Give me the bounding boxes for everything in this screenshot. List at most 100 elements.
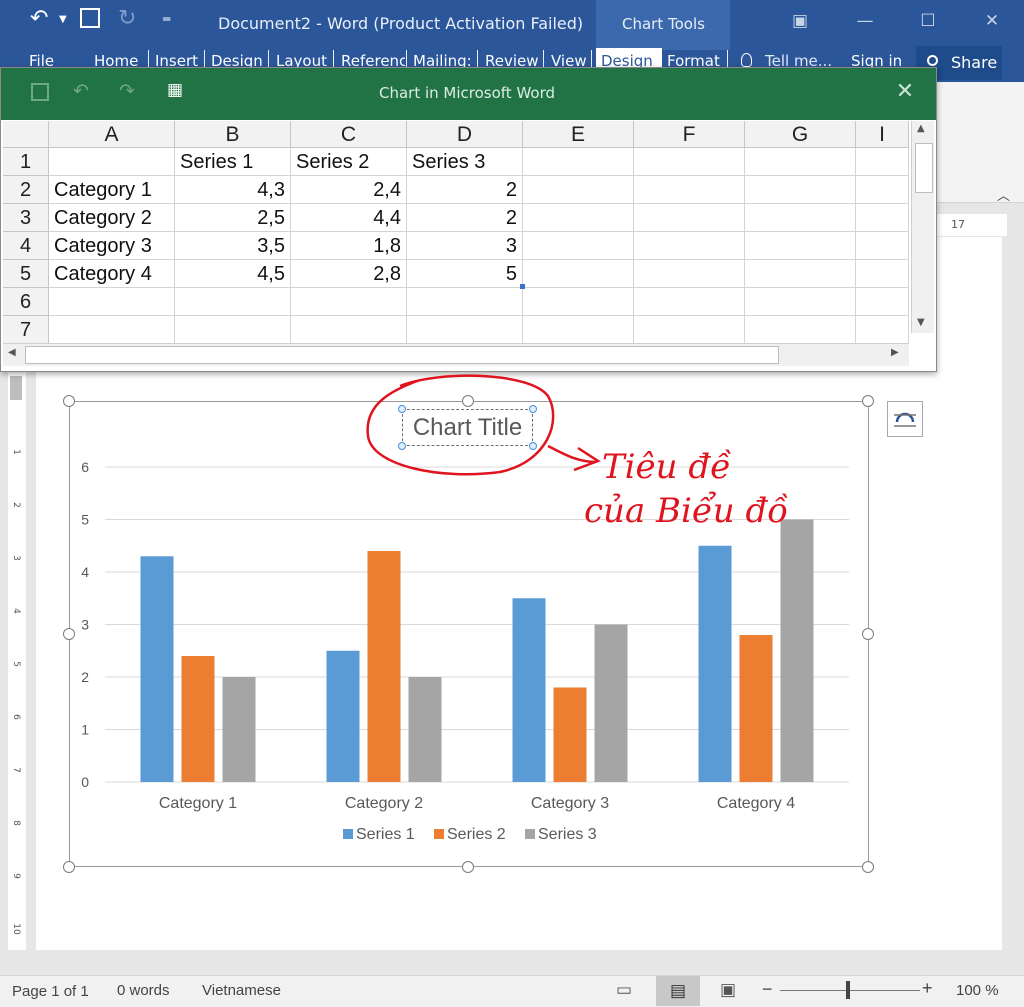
table-cell[interactable] [856, 260, 909, 288]
undo-icon[interactable]: ↶ [30, 6, 48, 31]
page-count[interactable]: Page 1 of 1 [12, 983, 89, 1000]
row-header[interactable]: 1 [3, 148, 49, 176]
table-cell[interactable]: Series 3 [407, 148, 523, 176]
read-mode-icon[interactable]: ▭ [616, 980, 632, 1000]
table-cell[interactable]: Category 2 [49, 204, 175, 232]
save-icon[interactable] [80, 8, 100, 28]
table-cell[interactable]: Category 3 [49, 232, 175, 260]
table-cell[interactable] [856, 288, 909, 316]
table-cell[interactable] [856, 232, 909, 260]
table-cell[interactable]: Category 4 [49, 260, 175, 288]
table-cell[interactable] [49, 148, 175, 176]
scroll-thumb[interactable] [915, 143, 933, 193]
column-header[interactable]: I [856, 121, 909, 148]
web-layout-icon[interactable]: ▣ [720, 980, 736, 1000]
table-cell[interactable] [856, 176, 909, 204]
table-cell[interactable] [175, 288, 291, 316]
table-cell[interactable] [523, 232, 634, 260]
table-cell[interactable] [291, 316, 407, 344]
table-cell[interactable] [407, 288, 523, 316]
table-cell[interactable] [745, 148, 856, 176]
select-all-corner[interactable] [3, 121, 49, 148]
redo-icon[interactable]: ↻ [118, 6, 136, 31]
close-icon[interactable]: ✕ [891, 78, 919, 106]
resize-handle[interactable] [462, 395, 474, 407]
title-handle[interactable] [529, 405, 537, 413]
table-cell[interactable] [634, 176, 745, 204]
horizontal-scrollbar[interactable]: ◀ ▶ [3, 343, 909, 366]
scroll-up-icon[interactable]: ▲ [917, 123, 925, 134]
table-cell[interactable] [634, 204, 745, 232]
resize-handle[interactable] [862, 628, 874, 640]
table-cell[interactable]: 2,5 [175, 204, 291, 232]
title-handle[interactable] [398, 405, 406, 413]
row-header[interactable]: 5 [3, 260, 49, 288]
column-header[interactable]: B [175, 121, 291, 148]
close-icon[interactable]: ✕ [977, 6, 1007, 36]
table-cell[interactable] [634, 288, 745, 316]
resize-handle[interactable] [462, 861, 474, 873]
table-cell[interactable] [634, 148, 745, 176]
scroll-thumb[interactable] [25, 346, 779, 364]
row-header[interactable]: 2 [3, 176, 49, 204]
table-cell[interactable] [856, 204, 909, 232]
table-cell[interactable] [523, 316, 634, 344]
maximize-icon[interactable]: ☐ [913, 6, 943, 36]
range-handle[interactable] [520, 284, 525, 289]
table-cell[interactable] [523, 288, 634, 316]
scroll-left-icon[interactable]: ◀ [8, 347, 16, 358]
table-cell[interactable] [523, 148, 634, 176]
table-cell[interactable] [745, 260, 856, 288]
title-handle[interactable] [398, 442, 406, 450]
table-cell[interactable] [856, 316, 909, 344]
table-cell[interactable]: 2,8 [291, 260, 407, 288]
table-cell[interactable]: 2,4 [291, 176, 407, 204]
column-header[interactable]: C [291, 121, 407, 148]
column-header[interactable]: A [49, 121, 175, 148]
table-cell[interactable]: 4,4 [291, 204, 407, 232]
zoom-slider-thumb[interactable] [846, 981, 850, 999]
row-header[interactable]: 4 [3, 232, 49, 260]
column-header[interactable]: F [634, 121, 745, 148]
scroll-right-icon[interactable]: ▶ [891, 347, 899, 358]
table-cell[interactable] [634, 316, 745, 344]
table-cell[interactable] [523, 176, 634, 204]
table-cell[interactable]: Series 1 [175, 148, 291, 176]
table-cell[interactable]: Category 1 [49, 176, 175, 204]
layout-options-button[interactable] [887, 401, 923, 437]
minimize-icon[interactable]: — [850, 6, 880, 36]
row-header[interactable]: 7 [3, 316, 49, 344]
table-cell[interactable] [634, 232, 745, 260]
zoom-level[interactable]: 100 % [956, 982, 999, 999]
row-header[interactable]: 3 [3, 204, 49, 232]
table-cell[interactable] [745, 204, 856, 232]
zoom-out-icon[interactable]: − [762, 979, 773, 1000]
table-cell[interactable] [745, 176, 856, 204]
table-cell[interactable] [291, 288, 407, 316]
word-count[interactable]: 0 words [117, 982, 170, 999]
table-cell[interactable] [407, 316, 523, 344]
table-cell[interactable]: 4,5 [175, 260, 291, 288]
table-cell[interactable] [745, 232, 856, 260]
zoom-in-icon[interactable]: + [922, 978, 933, 999]
table-cell[interactable]: 5 [407, 260, 523, 288]
resize-handle[interactable] [862, 395, 874, 407]
collapse-ribbon-icon[interactable]: ︿ [997, 185, 1010, 204]
title-handle[interactable] [529, 442, 537, 450]
edit-data-in-excel-icon[interactable]: ▦ [167, 80, 183, 100]
scroll-down-icon[interactable]: ▼ [917, 317, 925, 328]
table-cell[interactable] [175, 316, 291, 344]
column-header[interactable]: G [745, 121, 856, 148]
table-cell[interactable] [49, 288, 175, 316]
table-cell[interactable] [745, 316, 856, 344]
row-header[interactable]: 6 [3, 288, 49, 316]
table-cell[interactable]: 3,5 [175, 232, 291, 260]
table-cell[interactable]: 2 [407, 176, 523, 204]
language-indicator[interactable]: Vietnamese [202, 982, 281, 999]
table-cell[interactable] [523, 260, 634, 288]
vertical-scrollbar[interactable]: ▲ ▼ [911, 121, 934, 333]
undo-dropdown-icon[interactable]: ▼ [59, 14, 67, 25]
resize-handle[interactable] [862, 861, 874, 873]
table-cell[interactable]: 3 [407, 232, 523, 260]
column-header[interactable]: E [523, 121, 634, 148]
